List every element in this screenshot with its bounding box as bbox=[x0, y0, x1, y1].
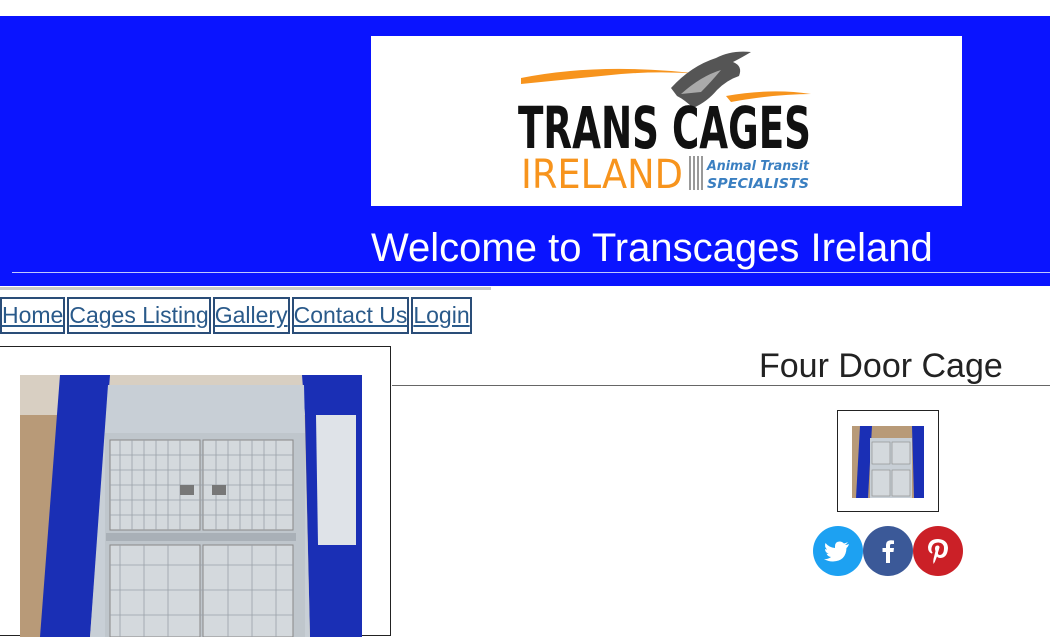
trans-cages-logo-icon: TRANS CAGES IRELAND Animal Transit SPECI… bbox=[518, 51, 811, 198]
van-rear-cage-photo[interactable] bbox=[20, 375, 362, 637]
main-nav: Home Cages Listing Gallery Contact Us Lo… bbox=[0, 287, 491, 334]
pinterest-icon bbox=[928, 539, 948, 564]
twitter-share-button[interactable] bbox=[813, 526, 863, 576]
welcome-heading: Welcome to Transcages Ireland bbox=[371, 226, 933, 270]
main-image-frame bbox=[0, 346, 391, 637]
header-divider bbox=[12, 272, 1050, 273]
facebook-icon bbox=[882, 540, 894, 563]
nav-login-link[interactable]: Login bbox=[411, 297, 472, 334]
site-logo[interactable]: TRANS CAGES IRELAND Animal Transit SPECI… bbox=[371, 36, 962, 206]
van-rear-cage-thumbnail[interactable] bbox=[852, 426, 924, 498]
thumbnail-frame[interactable] bbox=[837, 410, 939, 512]
logo-line2: IRELAND bbox=[521, 152, 683, 198]
nav-gallery-link[interactable]: Gallery bbox=[212, 297, 290, 334]
product-title: Four Door Cage bbox=[759, 347, 1003, 385]
pinterest-share-button[interactable] bbox=[913, 526, 963, 576]
twitter-icon bbox=[824, 541, 849, 562]
nav-contact-us-link[interactable]: Contact Us bbox=[291, 297, 410, 334]
title-divider bbox=[392, 385, 1050, 386]
logo-tagline2: SPECIALISTS bbox=[707, 177, 809, 192]
facebook-share-button[interactable] bbox=[863, 526, 913, 576]
nav-cages-listing-link[interactable]: Cages Listing bbox=[67, 297, 211, 334]
site-header: TRANS CAGES IRELAND Animal Transit SPECI… bbox=[0, 16, 1050, 286]
nav-home-link[interactable]: Home bbox=[0, 297, 66, 334]
logo-tagline1: Animal Transit bbox=[706, 159, 810, 174]
